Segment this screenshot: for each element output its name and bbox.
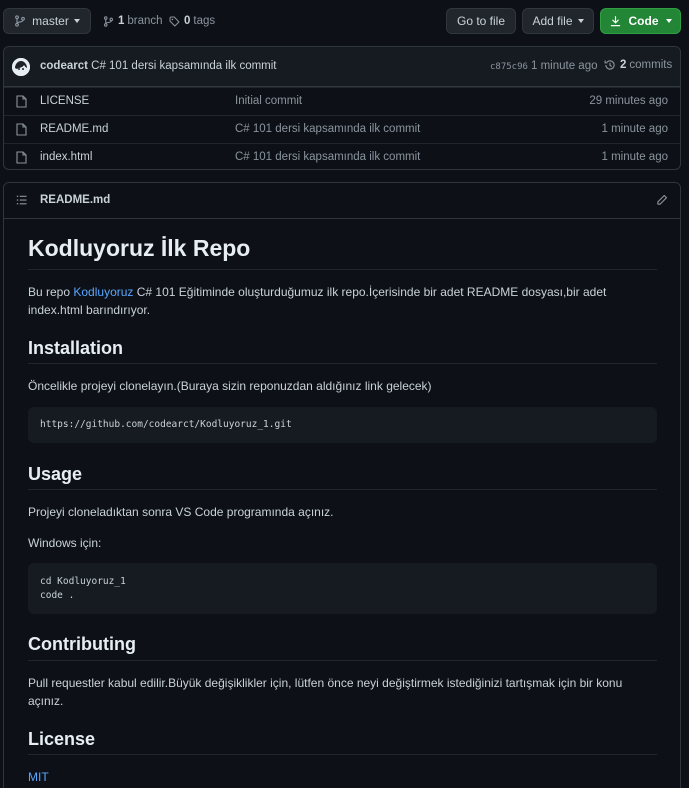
chevron-down-icon [73,19,80,23]
file-name[interactable]: index.html [40,151,92,163]
divider [28,754,657,755]
file-row[interactable]: LICENSE Initial commit 29 minutes ago [4,87,680,115]
usage-text: Projeyi cloneladıktan sonra VS Code prog… [28,505,334,519]
file-icon [16,123,27,136]
divider [28,363,657,364]
commit-sha[interactable]: c875c96 [490,62,528,72]
add-file-button[interactable]: Add file [522,8,594,34]
git-branch-icon [14,15,26,27]
mit-license-link[interactable]: MIT [28,768,657,786]
file-commit-time: 29 minutes ago [589,95,668,107]
branch-count: 1 [118,15,125,27]
installation-code-block[interactable]: https://github.com/codearct/Kodluyoruz_1… [28,407,657,443]
code-button[interactable]: Code [600,8,681,34]
file-row[interactable]: index.html C# 101 dersi kapsamında ilk c… [4,143,680,169]
license-heading: License [28,729,96,749]
contributing-text: Pull requestler kabul edilir.Büyük değiş… [28,676,623,708]
add-file-label: Add file [532,14,573,28]
tags-link[interactable]: 0 tags [169,8,215,34]
divider [28,269,657,270]
code-line: cd Kodluyoruz_1 [40,576,126,587]
commit-author[interactable]: codearct [40,60,88,72]
kodluyoruz-link[interactable]: Kodluyoruz [73,285,133,299]
file-commit-time: 1 minute ago [601,151,669,163]
installation-heading: Installation [28,338,124,358]
list-icon[interactable] [16,194,28,206]
branches-link[interactable]: 1 branch [103,8,163,34]
commit-message[interactable]: C# 101 dersi kapsamında ilk commit [91,60,276,72]
file-icon [16,151,27,164]
file-commit-message[interactable]: C# 101 dersi kapsamında ilk commit [235,123,420,135]
branch-name: master [32,14,69,28]
avatar[interactable] [12,58,30,76]
repo-toolbar: master 1 branch 0 tags Go to file Add fi… [3,8,681,34]
contributing-heading: Contributing [28,634,136,654]
readme-intro: Bu repo Kodluyoruz C# 101 Eğitiminde olu… [28,283,657,319]
usage-heading: Usage [28,464,83,484]
code-line: code . [40,590,75,601]
branch-word: branch [127,15,163,27]
readme-panel: README.md Kodluyoruz İlk Repo Bu repo Ko… [3,182,681,788]
usage-code-block[interactable]: cd Kodluyoruz_1 code . [28,563,657,614]
file-browser: codearct C# 101 dersi kapsamında ilk com… [3,46,681,170]
file-commit-message[interactable]: Initial commit [235,95,302,107]
file-name[interactable]: README.md [40,123,108,135]
go-to-file-label: Go to file [456,14,506,28]
divider [28,489,657,490]
installation-text: Öncelikle projeyi clonelayın.(Buraya siz… [28,379,432,393]
chevron-down-icon [577,19,584,23]
readme-file-title[interactable]: README.md [40,194,110,206]
branch-selector[interactable]: master [3,8,91,34]
latest-commit-bar: codearct C# 101 dersi kapsamında ilk com… [4,47,680,87]
file-commit-time: 1 minute ago [601,123,669,135]
file-name[interactable]: LICENSE [40,95,89,107]
readme-header: README.md [4,183,680,219]
chevron-down-icon [665,19,672,23]
commit-time: 1 minute ago [531,60,598,72]
pencil-icon[interactable] [656,194,668,206]
download-icon [610,15,621,27]
readme-title: Kodluyoruz İlk Repo [28,235,251,261]
file-commit-message[interactable]: C# 101 dersi kapsamında ilk commit [235,151,420,163]
history-icon [604,59,616,71]
file-icon [16,95,27,108]
code-label: Code [628,14,659,28]
commit-summary: codearct C# 101 dersi kapsamında ilk com… [40,60,277,72]
git-branch-icon [103,15,114,27]
file-row[interactable]: README.md C# 101 dersi kapsamında ilk co… [4,115,680,143]
go-to-file-button[interactable]: Go to file [446,8,516,34]
windows-text: Windows için: [28,536,102,550]
divider [28,660,657,661]
tag-word: tags [193,15,216,27]
commit-count-word: commits [629,59,673,71]
clone-url: https://github.com/codearct/Kodluyoruz_1… [40,419,292,430]
commits-link[interactable]: 2 commits [604,59,672,71]
commit-count: 2 [620,59,627,71]
tag-icon [169,16,180,27]
tag-count: 0 [184,15,191,27]
intro-text: Bu repo [28,285,74,299]
